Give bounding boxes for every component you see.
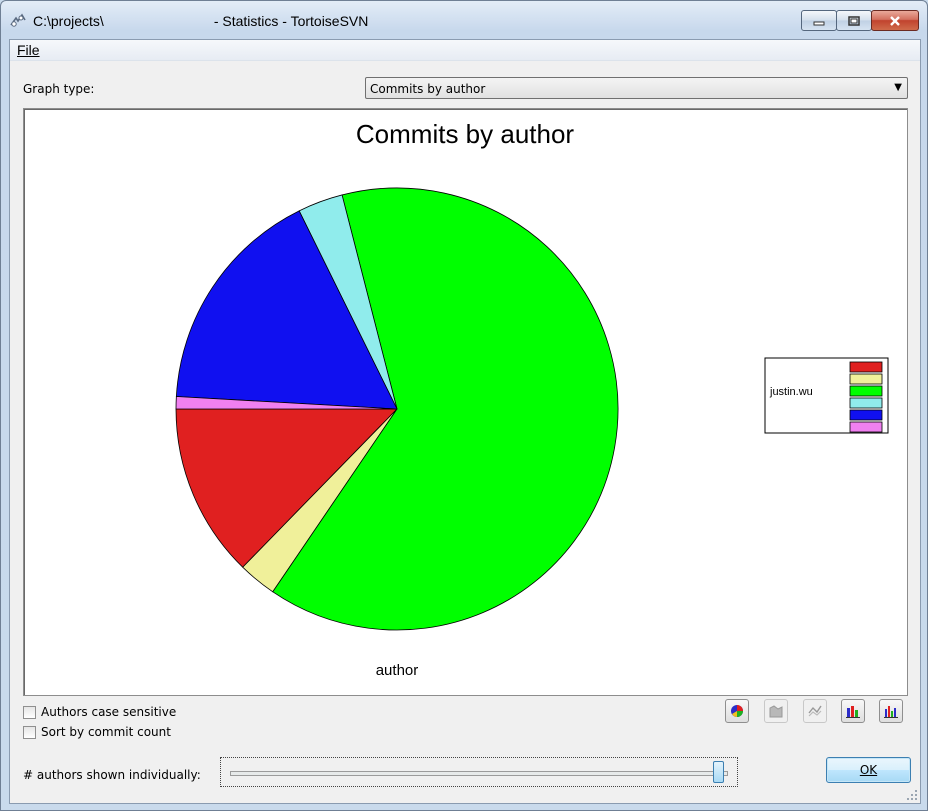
pie-chart-view-button[interactable] bbox=[725, 699, 749, 723]
minimize-button[interactable] bbox=[801, 10, 837, 31]
window-title: C:\projects\ - Statistics - TortoiseSVN bbox=[33, 13, 368, 29]
case-sensitive-option[interactable]: Authors case sensitive bbox=[23, 705, 176, 719]
case-sensitive-label: Authors case sensitive bbox=[41, 705, 177, 719]
pie-chart-icon bbox=[731, 705, 743, 717]
window-controls bbox=[801, 10, 919, 31]
title-bar[interactable]: C:\projects\ - Statistics - TortoiseSVN bbox=[1, 1, 927, 41]
restore-icon bbox=[848, 15, 860, 26]
pie-slices bbox=[175, 187, 619, 631]
window-title-path: C:\projects\ bbox=[33, 13, 104, 29]
sort-by-count-label: Sort by commit count bbox=[41, 725, 171, 739]
menu-bar: File bbox=[10, 40, 920, 61]
close-icon bbox=[890, 15, 900, 26]
tortoisesvn-app-icon bbox=[10, 13, 26, 27]
bar-chart-view-button[interactable] bbox=[879, 699, 903, 723]
area-chart-icon bbox=[769, 705, 783, 718]
menu-file-label: File bbox=[17, 42, 40, 58]
dropdown-arrow-icon: ▼ bbox=[894, 82, 902, 93]
slider-thumb[interactable] bbox=[713, 761, 724, 783]
legend-swatch-1 bbox=[849, 361, 883, 373]
close-button[interactable] bbox=[871, 10, 919, 31]
graph-type-selected: Commits by author bbox=[370, 82, 486, 96]
minimize-icon bbox=[813, 21, 825, 25]
menu-file[interactable]: File bbox=[17, 42, 40, 58]
line-chart-icon bbox=[808, 705, 822, 717]
window-title-suffix: - Statistics - TortoiseSVN bbox=[213, 13, 369, 29]
ok-button[interactable]: OK bbox=[826, 757, 911, 783]
authors-shown-label: # authors shown individually: bbox=[23, 768, 201, 782]
legend-swatch-6 bbox=[849, 421, 883, 433]
graph-type-select[interactable]: Commits by author ▼ bbox=[365, 77, 908, 99]
sort-by-count-checkbox[interactable] bbox=[23, 725, 36, 739]
line-chart-view-button[interactable] bbox=[803, 699, 827, 723]
slider-track bbox=[230, 771, 728, 776]
chart-legend: justin.wu bbox=[764, 357, 889, 434]
legend-swatch-3 bbox=[849, 385, 883, 397]
graph-type-label: Graph type: bbox=[23, 82, 95, 96]
stacked-bar-chart-icon bbox=[846, 706, 860, 718]
case-sensitive-checkbox[interactable] bbox=[23, 705, 36, 719]
stacked-bar-view-button[interactable] bbox=[841, 699, 865, 723]
dialog-client-area: File Graph type: Commits by author ▼ Com… bbox=[9, 39, 921, 804]
area-chart-view-button[interactable] bbox=[764, 699, 788, 723]
bar-chart-icon bbox=[884, 706, 898, 718]
legend-label-3: justin.wu bbox=[769, 386, 813, 398]
sort-by-count-option[interactable]: Sort by commit count bbox=[23, 725, 171, 739]
statistics-window: C:\projects\ - Statistics - TortoiseSVN bbox=[0, 0, 928, 811]
legend-swatch-4 bbox=[849, 397, 883, 409]
maximize-button[interactable] bbox=[836, 10, 872, 31]
chart-title: Commits by author bbox=[356, 119, 575, 149]
pie-chart: Commits by author author justin.wu bbox=[175, 119, 889, 679]
chart-x-label: author bbox=[376, 662, 419, 679]
resize-grip-icon[interactable] bbox=[906, 789, 918, 801]
chart-frame: Commits by author author justin.wu bbox=[23, 108, 908, 696]
ok-button-label: OK bbox=[859, 763, 878, 777]
legend-swatch-2 bbox=[849, 373, 883, 385]
legend-swatch-5 bbox=[849, 409, 883, 421]
authors-shown-slider[interactable] bbox=[220, 757, 738, 787]
